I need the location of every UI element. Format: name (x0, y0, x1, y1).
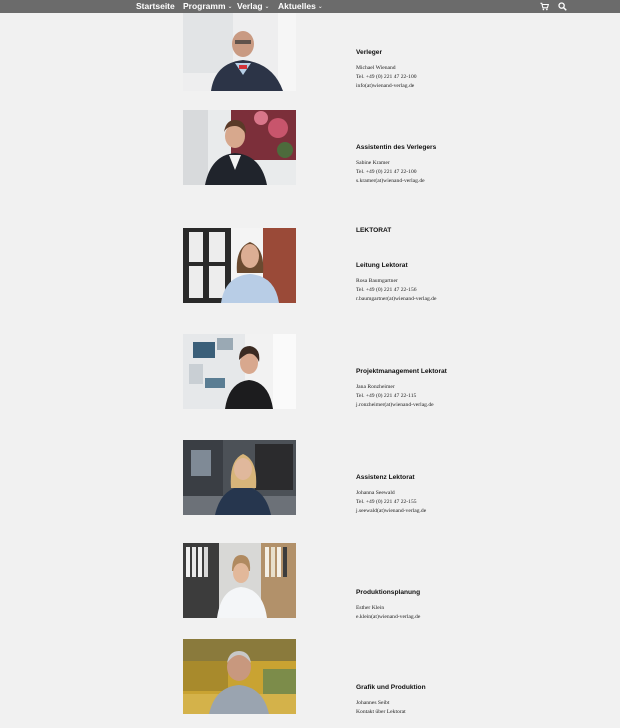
nav-item-verlag[interactable]: Verlag ⌄ (237, 0, 270, 13)
nav-label: Aktuelles (278, 1, 316, 11)
portrait-photo (183, 13, 296, 91)
portrait-photo (183, 228, 296, 303)
nav-item-startseite[interactable]: Startseite (136, 0, 175, 13)
role-title: Assistenz Lektorat (356, 474, 415, 481)
contact-block: Assistenz Lektorat Johanna Seewald Tel. … (356, 474, 556, 516)
person-name: Jana Ronzheimer (356, 384, 395, 390)
person-name: Rosa Baumgartner (356, 278, 398, 284)
portrait-photo (183, 334, 296, 409)
portrait-photo (183, 639, 296, 714)
phone-number: Tel. +49 (0) 221 47 22-115 (356, 393, 417, 399)
contact-block: Projektmanagement Lektorat Jana Ronzheim… (356, 368, 556, 410)
contact-block: Produktionsplanung Esther Klein e.klein(… (356, 589, 556, 622)
phone-number: Tel. +49 (0) 221 47 22-155 (356, 499, 417, 505)
role-title: Projektmanagement Lektorat (356, 368, 447, 375)
portrait-photo (183, 110, 296, 185)
role-title: Leitung Lektorat (356, 262, 408, 269)
email-link[interactable]: s.kramer(at)wienand-verlag.de (356, 177, 556, 186)
section-heading: LEKTORAT (356, 227, 392, 234)
nav-item-aktuelles[interactable]: Aktuelles ⌄ (278, 0, 323, 13)
role-title: Produktionsplanung (356, 589, 421, 596)
contact-block: Leitung Lektorat Rosa Baumgartner Tel. +… (356, 262, 556, 304)
person-name: Sabine Kramer (356, 160, 390, 166)
phone-number: Tel. +49 (0) 221 47 22-100 (356, 169, 417, 175)
nav-item-programm[interactable]: Programm ⌄ (183, 0, 233, 13)
email-link[interactable]: j.seewald(at)wienand-verlag.de (356, 507, 556, 516)
role-title: Verleger (356, 49, 383, 56)
contact-block: Verleger Michael Wienand Tel. +49 (0) 22… (356, 49, 556, 91)
person-name: Johannes Seibt (356, 700, 390, 706)
chevron-down-icon: ⌄ (317, 4, 323, 10)
person-name: Michael Wienand (356, 65, 396, 71)
nav-label: Verlag (237, 1, 263, 11)
shopping-cart-icon[interactable] (540, 2, 549, 11)
contact-block: Assistentin des Verlegers Sabine Kramer … (356, 144, 556, 186)
portrait-photo (183, 543, 296, 618)
email-link[interactable]: r.baumgartner(at)wienand-verlag.de (356, 295, 556, 304)
role-title: Grafik und Produktion (356, 684, 426, 691)
phone-number: Tel. +49 (0) 221 47 22-100 (356, 74, 417, 80)
nav-label: Startseite (136, 1, 175, 11)
nav-label: Programm (183, 1, 226, 11)
contact-note: Kontakt über Lektorat (356, 709, 406, 715)
email-link[interactable]: e.klein(at)wienand-verlag.de (356, 613, 556, 622)
search-icon[interactable] (558, 2, 567, 11)
person-name: Johanna Seewald (356, 490, 395, 496)
role-title: Assistentin des Verlegers (356, 144, 437, 151)
phone-number: Tel. +49 (0) 221 47 22-156 (356, 287, 417, 293)
person-name: Esther Klein (356, 605, 385, 611)
email-link[interactable]: info(at)wienand-verlag.de (356, 82, 556, 91)
contact-block: Grafik und Produktion Johannes Seibt Kon… (356, 684, 556, 717)
portrait-photo (183, 440, 296, 515)
email-link[interactable]: j.ronzheimer(at)wienand-verlag.de (356, 401, 556, 410)
